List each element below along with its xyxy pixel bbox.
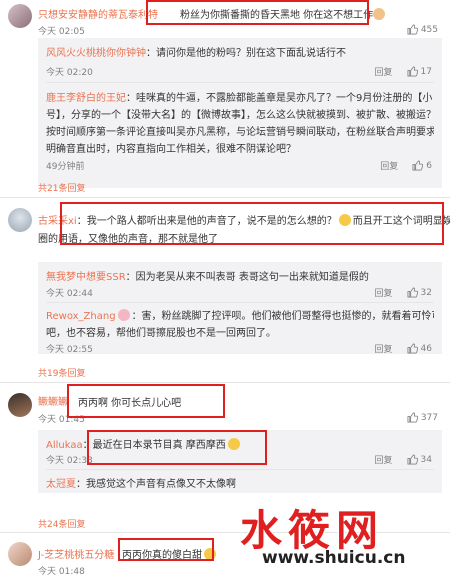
reply-text-line: 号】，分享的一个【没带大名】的【微博故事】，怎么这么快就被摸到、被扩散、被搬运？…	[46, 110, 434, 121]
comment-text: J-芝芝桃桃五分糖	[38, 546, 114, 561]
comment-body-line: 而且开工这个词明显娱乐	[352, 216, 450, 227]
like-button[interactable]: 17	[407, 66, 432, 77]
thumbs-up-icon	[412, 160, 424, 171]
divider	[0, 382, 450, 383]
comment-body-line: 圈的用语，又像他的声音，那不就是他了	[38, 234, 218, 245]
username-link[interactable]: 鳜鳜鳜	[38, 397, 68, 408]
like-count: 32	[420, 287, 432, 298]
reply-button[interactable]: 回复	[380, 159, 398, 172]
comment-text: 只想安安静静的蒂瓦泰利特 粉丝为你撕番撕的昏天黑地 你在这不想工作	[38, 6, 386, 21]
thumbs-up-icon	[407, 287, 418, 298]
reply-button[interactable]: 回复	[375, 65, 393, 78]
reply-button[interactable]: 回复	[375, 286, 393, 299]
emoji-icon	[227, 438, 240, 450]
reply-text-line: 吧，也不容易，帮他们哥擦屁股也不是一回两回了。	[46, 328, 276, 339]
thumbs-up-icon	[407, 24, 418, 35]
thumbs-up-icon	[407, 412, 418, 423]
like-count: 377	[420, 412, 438, 423]
reply-item: 鹿王李舒白的王妃：哇咪真的牛逼，不露脸都能盖章是吴亦凡了？一个9月份注册的【小	[46, 89, 434, 104]
reply-timestamp: 今天 02:20	[46, 68, 93, 78]
reply-item: 太冠夏：我感觉这个声音有点像又不太像啊	[46, 475, 434, 490]
reply-username[interactable]: Rewox_Zhang	[46, 311, 116, 322]
reply-item: 無我梦中想要SSR：因为老吴从来不叫表哥 表哥这句一出来就知道是假的	[46, 268, 434, 283]
reply-timestamp: 今天 02:33	[46, 456, 93, 466]
divider	[46, 82, 434, 83]
username-link[interactable]: 只想安安静静的蒂瓦泰利特	[38, 10, 158, 21]
comment-actions: 455	[407, 24, 438, 35]
reply-text: ：因为老吴从来不叫表哥 表哥这句一出来就知道是假的	[125, 272, 369, 283]
like-button[interactable]: 6	[412, 160, 432, 171]
emoji-icon	[204, 548, 216, 560]
reply-text-line: 明确音直出时，内容直指向工作相关，很难不阴谋论吧？	[46, 144, 296, 155]
like-count: 17	[420, 66, 432, 77]
reply-actions: 回复 17	[375, 65, 432, 79]
more-replies-link[interactable]: 共19条回复	[38, 366, 85, 379]
username-link[interactable]: 古采采xi	[38, 216, 77, 227]
reply-text-line: 按时间顺序第一条评论直接叫吴亦凡黑称，与论坛营销号瞬间联动，在粉丝联合声明要求剧…	[46, 127, 434, 138]
reply-actions: 回复 32	[375, 286, 432, 300]
reply-item: 风风火火桃桃你你钟钟：请问你是他的粉吗？别在这下面乱说话行不	[46, 44, 434, 59]
like-count: 34	[420, 454, 432, 465]
comment-text: 古采采xi：我一个路人都听出来是他的声音了，说不是的怎么想的？ 而且开工这个词明显…	[38, 212, 450, 227]
comment-body: 丙丙你真的傻白甜	[122, 546, 216, 561]
like-button[interactable]: 455	[407, 24, 438, 35]
avatar[interactable]	[8, 4, 32, 28]
avatar[interactable]	[8, 393, 32, 417]
divider	[0, 197, 450, 198]
reply-username[interactable]: 無我梦中想要SSR	[46, 272, 126, 283]
like-count: 6	[426, 160, 432, 171]
reply-list: Allukaa：最近在日本录节目真 摩西摩西 今天 02:33 回复 34 太冠…	[38, 430, 442, 493]
reply-button[interactable]: 回复	[375, 342, 393, 355]
emoji-icon	[338, 214, 351, 226]
reply-timestamp: 今天 02:44	[46, 289, 93, 299]
more-replies-link[interactable]: 共21条回复	[38, 181, 85, 194]
like-count: 455	[420, 24, 438, 35]
thumbs-up-icon	[407, 454, 418, 465]
reply-button[interactable]: 回复	[375, 453, 393, 466]
reply-text-line: ：害，粉丝跳脚了控评呗。他们被他们哥整得也挺惨的，就看着可怜可怜	[131, 311, 434, 322]
comment-body-text: 丙丙你真的傻白甜	[122, 550, 202, 561]
reply-item: Allukaa：最近在日本录节目真 摩西摩西	[46, 436, 434, 451]
reply-actions: 回复 34	[375, 453, 432, 467]
avatar[interactable]	[8, 208, 32, 232]
comment-body: 粉丝为你撕番撕的昏天黑地 你在这不想工作	[180, 10, 374, 21]
emoji-icon	[373, 8, 386, 20]
reply-list: 风风火火桃桃你你钟钟：请问你是他的粉吗？别在这下面乱说话行不 今天 02:20 …	[38, 38, 442, 188]
reply-actions: 回复 6	[380, 159, 432, 173]
timestamp: 今天 01:45	[38, 415, 85, 425]
comment-body-line: ：我一个路人都听出来是他的声音了，说不是的怎么想的？	[76, 216, 337, 227]
reply-item: Rewox_Zhang ：害，粉丝跳脚了控评呗。他们被他们哥整得也挺惨的，就看着可…	[46, 307, 434, 322]
reply-username[interactable]: 鹿王李舒白的王妃	[46, 93, 126, 104]
timestamp: 今天 01:48	[38, 567, 85, 577]
reply-text: ：请问你是他的粉吗？别在这下面乱说话行不	[146, 48, 346, 59]
divider	[46, 469, 434, 470]
divider	[46, 302, 434, 303]
reply-username[interactable]: 太冠夏	[46, 479, 76, 490]
reply-timestamp: 今天 02:55	[46, 345, 93, 355]
like-button[interactable]: 34	[407, 454, 432, 465]
comment-body: 丙丙啊 你可长点儿心吧	[78, 398, 182, 409]
username-link[interactable]: J-芝芝桃桃五分糖	[38, 550, 114, 561]
emoji-icon	[117, 309, 130, 321]
reply-username[interactable]: Allukaa	[46, 440, 83, 451]
like-button[interactable]: 377	[407, 412, 438, 423]
comment-actions: 377	[407, 412, 438, 423]
timestamp: 今天 02:05	[38, 27, 85, 37]
reply-actions: 回复 46	[375, 342, 432, 356]
like-button[interactable]: 46	[407, 343, 432, 354]
thumbs-up-icon	[407, 66, 418, 77]
comment-text: 鳜鳜鳜	[38, 393, 68, 408]
reply-text-line: ：哇咪真的牛逼，不露脸都能盖章是吴亦凡了？一个9月份注册的【小	[126, 93, 433, 104]
watermark-url: www.shuicu.cn	[262, 548, 406, 568]
reply-timestamp: 49分钟前	[46, 162, 85, 172]
avatar[interactable]	[8, 542, 32, 566]
reply-text: ：我感觉这个声音有点像又不太像啊	[76, 479, 236, 490]
more-replies-link[interactable]: 共24条回复	[38, 517, 85, 530]
reply-list: 無我梦中想要SSR：因为老吴从来不叫表哥 表哥这句一出来就知道是假的 今天 02…	[38, 262, 442, 356]
reply-username[interactable]: 风风火火桃桃你你钟钟	[46, 48, 146, 59]
like-button[interactable]: 32	[407, 287, 432, 298]
thumbs-up-icon	[407, 343, 418, 354]
like-count: 46	[420, 343, 432, 354]
reply-text: ：最近在日本录节目真 摩西摩西	[82, 440, 226, 451]
